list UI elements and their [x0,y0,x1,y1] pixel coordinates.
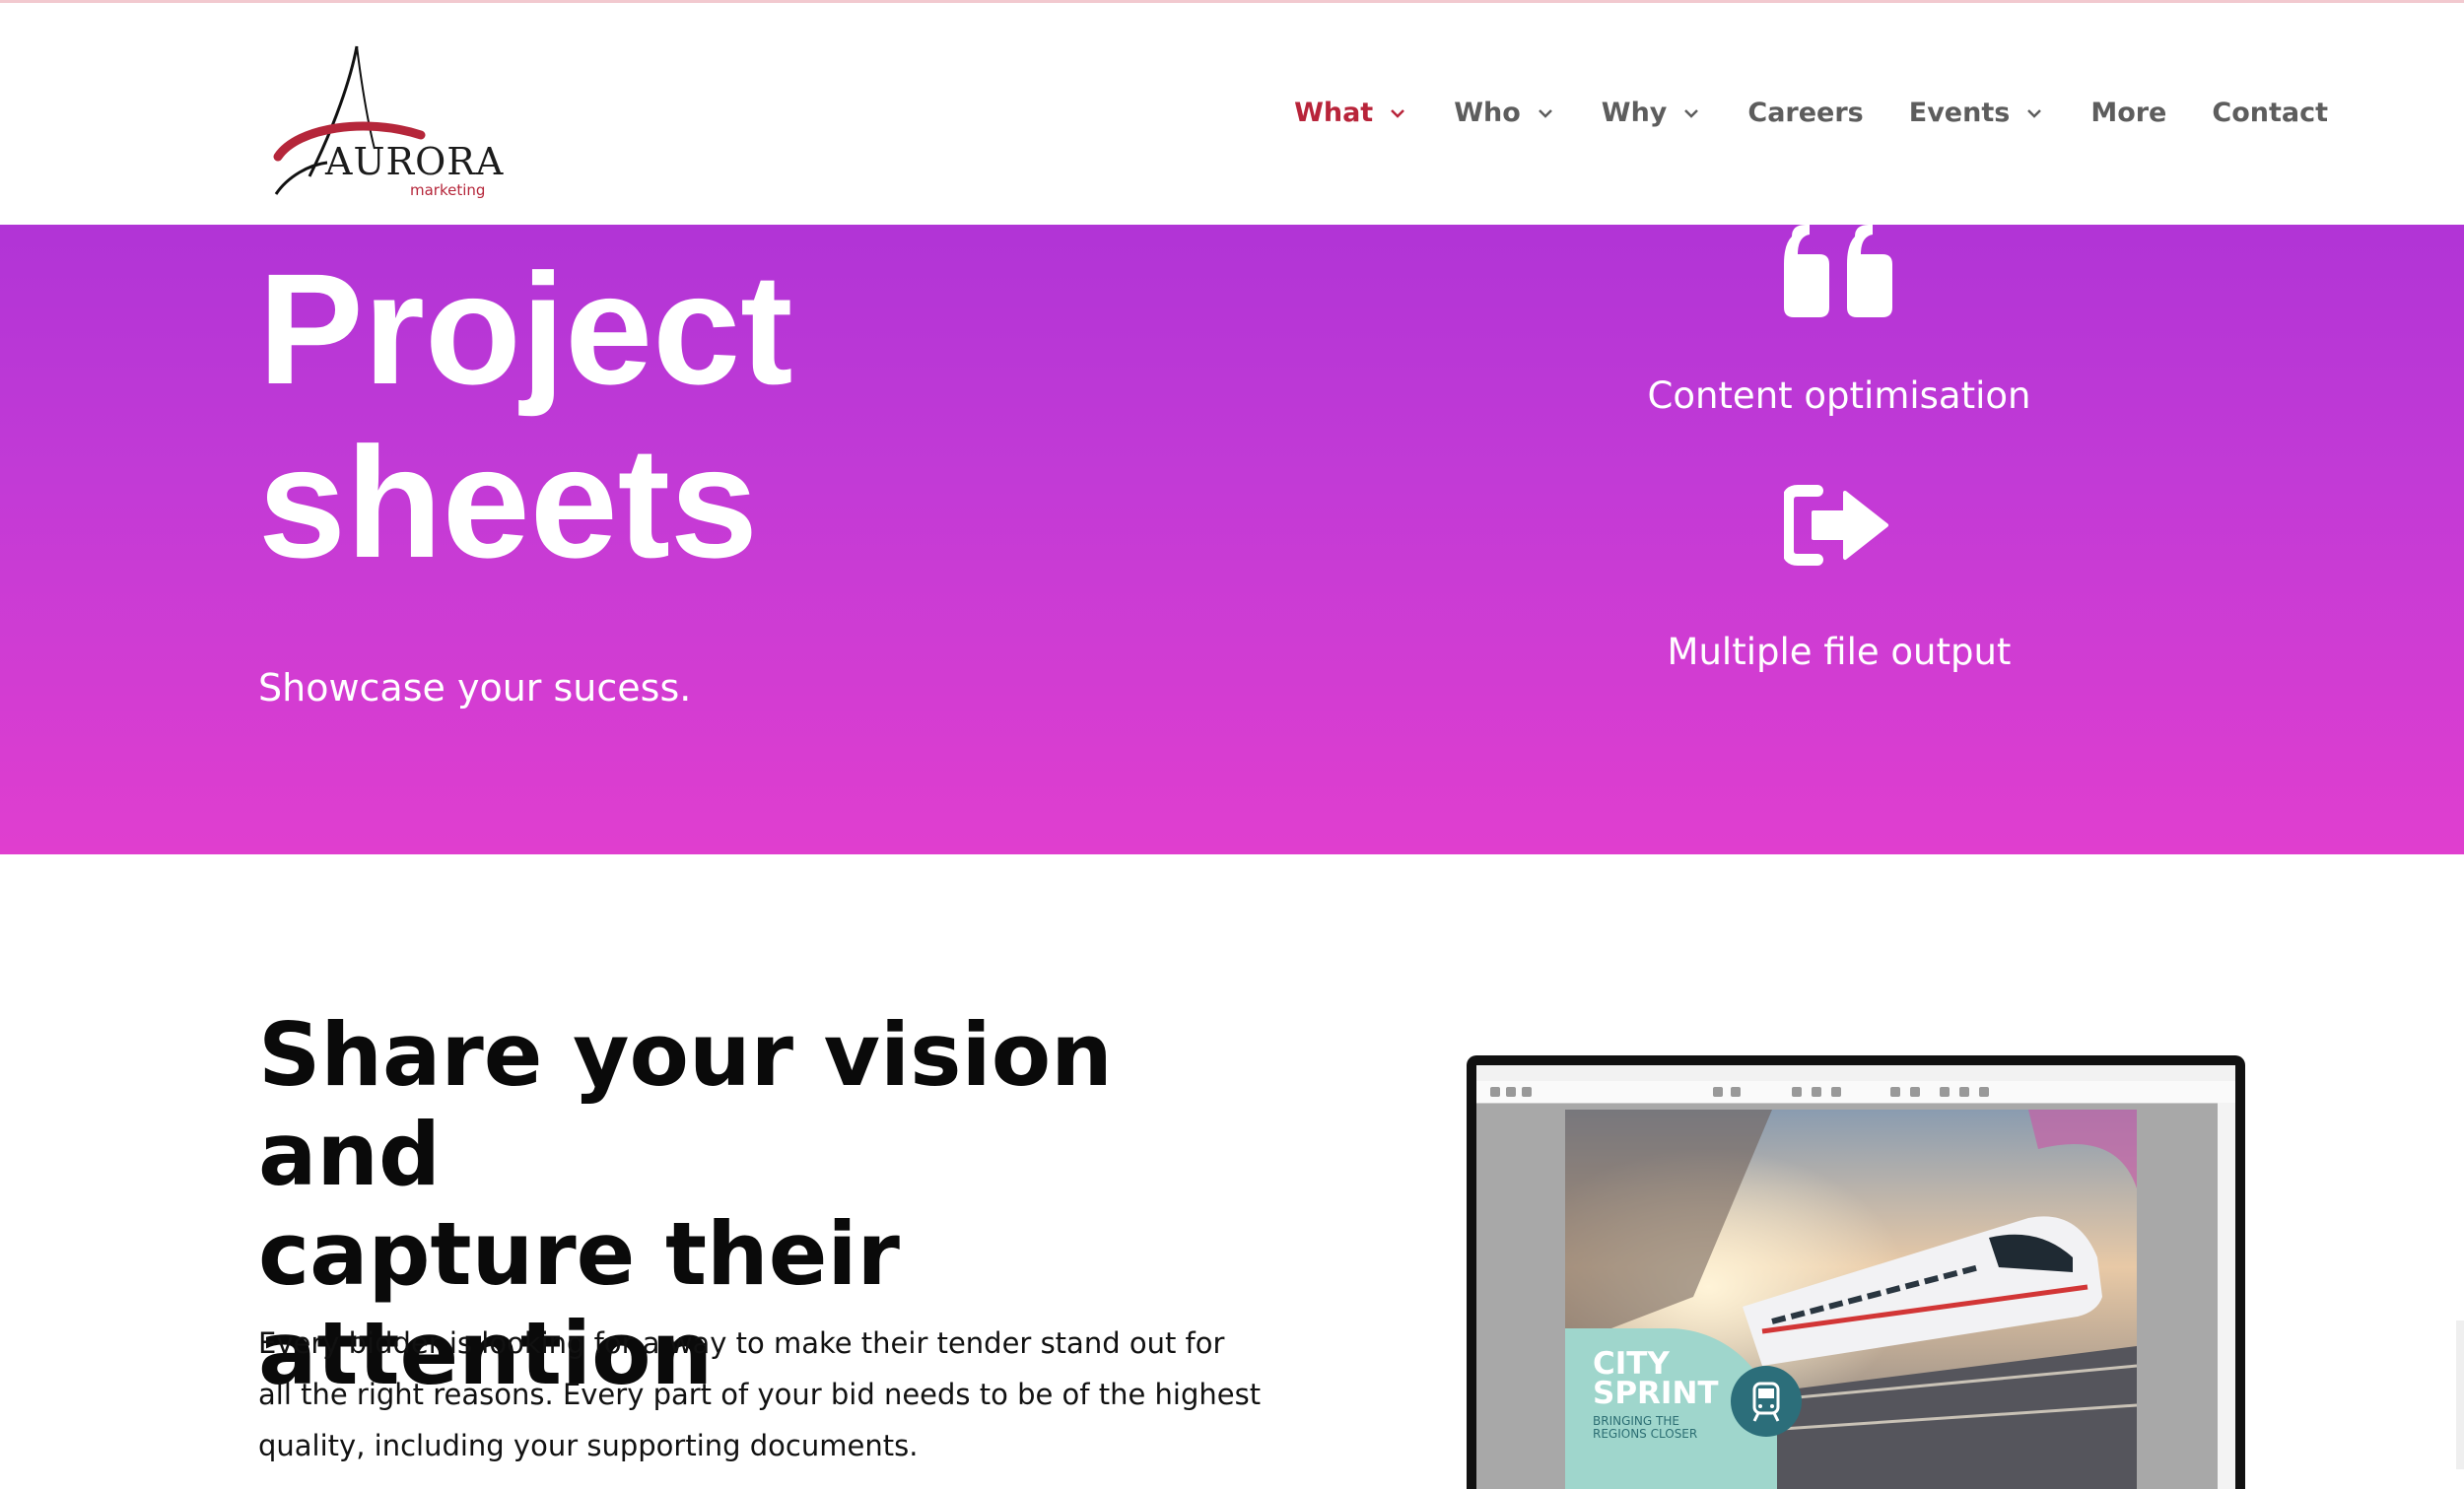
site-header: AURORA marketing What Who Why Careers Ev… [0,3,2464,225]
nav-item-label: Careers [1747,98,1864,128]
feature-label: Multiple file output [1667,631,2012,673]
badge-subtitle: BRINGING THE REGIONS CLOSER [1593,1415,1697,1441]
page-edge-shadow [2456,1320,2464,1469]
chevron-down-icon [1391,108,1405,118]
logo-wordmark: AURORA [325,140,505,183]
nav-item-events[interactable]: Events [1909,98,2046,128]
sign-out-arrow-icon [1784,485,1888,566]
hero-subtitle: Showcase your sucess. [258,666,692,710]
heading-line: capture their [258,1203,900,1305]
nav-item-label: Events [1908,98,2011,128]
nav-item-label: Contact [2212,98,2328,128]
project-sheet-document: CITY SPRINT BRINGING THE REGIONS CLOSER [1565,1110,2137,1489]
nav-item-who[interactable]: Who [1454,98,1556,128]
chevron-down-icon [1538,108,1552,118]
chevron-down-icon [2027,108,2042,118]
body-line: quality, including your supporting docum… [258,1429,919,1462]
chevron-down-icon [1684,108,1699,118]
pdf-viewer-sidepanel [2218,1103,2235,1489]
quote-icon [1784,225,1892,317]
laptop-screen: CITY SPRINT BRINGING THE REGIONS CLOSER [1476,1065,2235,1489]
logo-tagline: marketing [410,181,486,199]
hero-title-line: Project [258,240,793,417]
nav-item-label: Who [1454,98,1521,128]
body-line: Every bidder is looking for a way to mak… [258,1326,1225,1360]
nav-item-what[interactable]: What [1294,98,1408,128]
nav-item-label: Why [1601,98,1668,128]
feature-label: Content optimisation [1647,374,2031,417]
nav-item-careers[interactable]: Careers [1747,98,1863,128]
badge-subtitle-line: REGIONS CLOSER [1593,1427,1698,1441]
pdf-viewer-tabbar [1476,1065,2235,1082]
section-body-text: Every bidder is looking for a way to mak… [258,1318,1264,1471]
site-logo[interactable]: AURORA marketing [258,38,503,199]
nav-item-label: What [1294,98,1374,128]
train-icon [1731,1366,1802,1437]
nav-item-more[interactable]: More [2090,98,2166,128]
badge-subtitle-line: BRINGING THE [1593,1414,1679,1428]
hero-title: Project sheets [258,242,792,589]
badge-title: CITY SPRINT [1593,1349,1719,1411]
nav-item-contact[interactable]: Contact [2212,98,2328,128]
badge-title-line: SPRINT [1593,1376,1719,1411]
hero-title-line: sheets [258,414,758,590]
heading-line: Share your vision and [258,1004,1113,1205]
main-nav: What Who Why Careers Events More Contact [1249,98,2328,128]
nav-item-label: More [2090,98,2167,128]
hero-section: Project sheets Showcase your sucess. Con… [0,225,2464,854]
laptop-mockup-image: CITY SPRINT BRINGING THE REGIONS CLOSER [1467,1055,2245,1489]
nav-item-why[interactable]: Why [1602,98,1703,128]
body-line: all the right reasons. Every part of you… [258,1378,1262,1411]
pdf-viewer-toolbar [1476,1081,2235,1104]
